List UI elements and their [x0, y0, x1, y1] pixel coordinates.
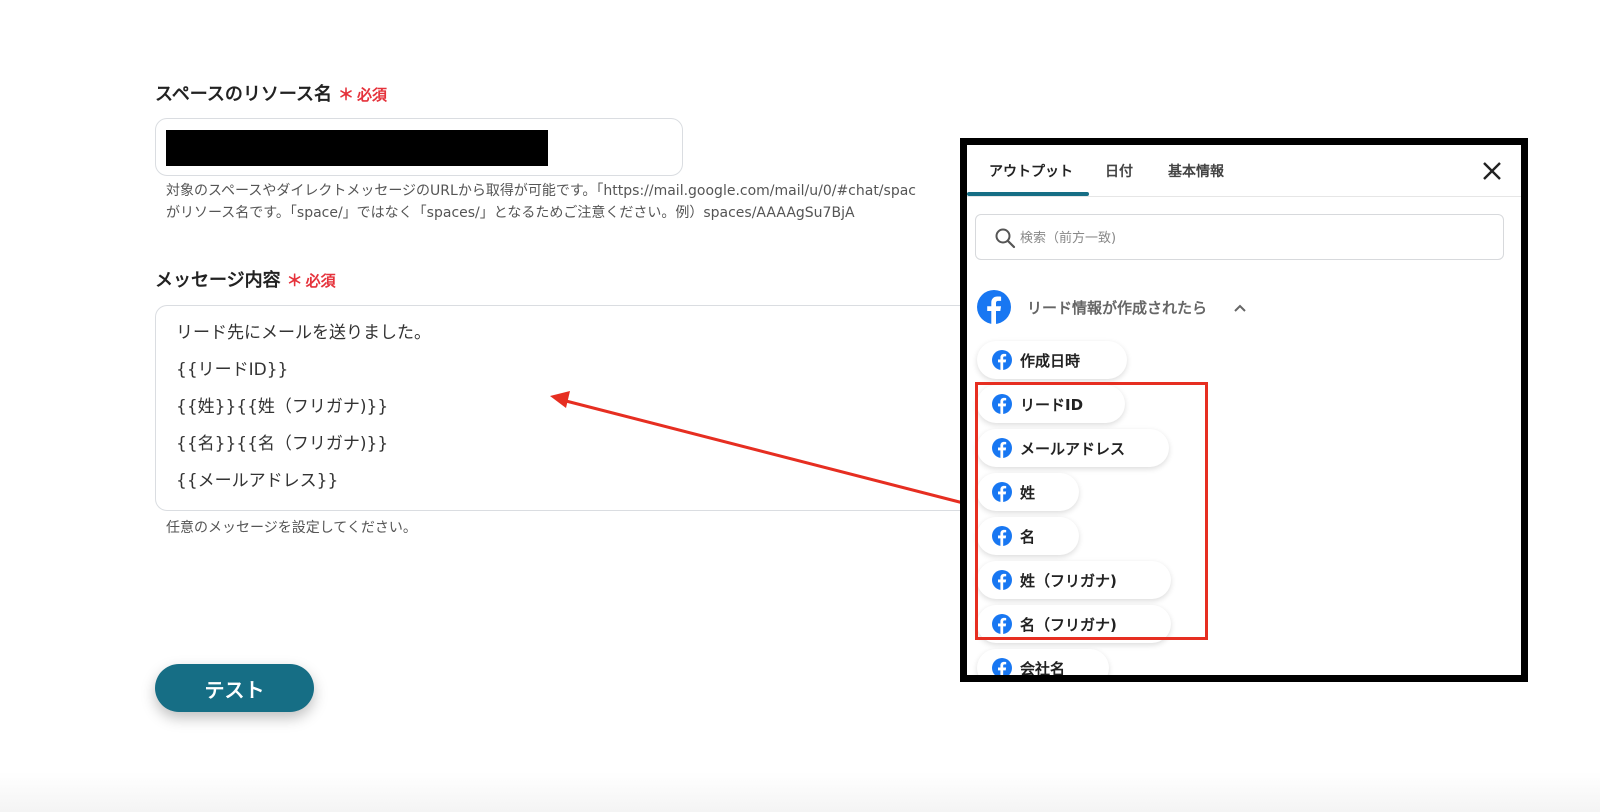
tab-output[interactable]: アウトプット: [989, 161, 1073, 181]
facebook-icon: [992, 350, 1012, 370]
required-badge: ＊必須: [286, 271, 336, 290]
output-picker-panel: アウトプット 日付 基本情報 リード情報が作成されたら 作成日時リードID メール…: [960, 138, 1528, 682]
tab-date[interactable]: 日付: [1105, 161, 1133, 181]
panel-tabs: アウトプット 日付 基本情報: [967, 145, 1521, 197]
chip-label: 作成日時: [1020, 351, 1081, 370]
chip-last-name-kana[interactable]: 姓（フリガナ): [977, 561, 1171, 599]
trigger-group-header[interactable]: リード情報が作成されたら: [977, 290, 1277, 326]
resource-name-input[interactable]: [155, 118, 683, 176]
search-input[interactable]: [1020, 227, 1480, 249]
redacted-value: [166, 130, 548, 166]
chip-company-name[interactable]: 会社名: [977, 649, 1109, 678]
chevron-up-icon[interactable]: [1233, 303, 1247, 313]
message-line: {{姓}}{{姓（フリガナ)}}: [176, 397, 389, 417]
facebook-icon: [992, 394, 1012, 414]
facebook-icon: [992, 482, 1012, 502]
chip-email[interactable]: メールアドレス: [977, 429, 1169, 467]
message-help: 任意のメッセージを設定してください。: [166, 520, 417, 536]
facebook-icon: [992, 570, 1012, 590]
chip-label: 名（フリガナ): [1020, 615, 1117, 634]
group-title: リード情報が作成されたら: [1027, 299, 1208, 317]
message-line: リード先にメールを送りました。: [176, 323, 431, 343]
facebook-icon: [992, 614, 1012, 634]
message-content-label: メッセージ内容＊必須: [155, 270, 336, 291]
facebook-icon: [992, 438, 1012, 458]
message-content-textarea[interactable]: リード先にメールを送りました。 {{リードID}} {{姓}}{{姓（フリガナ)…: [155, 305, 975, 511]
resource-help-line-1: 対象のスペースやダイレクトメッセージのURLから取得が可能です。「https:/…: [166, 183, 916, 199]
message-line: {{名}}{{名（フリガナ)}}: [176, 434, 389, 454]
message-line: {{リードID}}: [176, 360, 289, 380]
close-icon[interactable]: [1480, 159, 1504, 183]
chip-first-name-kana[interactable]: 名（フリガナ): [977, 605, 1171, 643]
chip-label: 姓: [1020, 483, 1036, 502]
resource-name-label: スペースのリソース名＊必須: [155, 84, 387, 105]
chip-label: 名: [1020, 527, 1036, 546]
chip-label: リードID: [1020, 395, 1084, 414]
chip-lead-id[interactable]: リードID: [977, 385, 1125, 423]
chip-created-at[interactable]: 作成日時: [977, 341, 1127, 379]
required-badge: ＊必須: [337, 85, 387, 104]
search-icon: [995, 228, 1016, 249]
chip-label: メールアドレス: [1020, 439, 1126, 458]
chip-first-name[interactable]: 名: [977, 517, 1079, 555]
chip-label: 姓（フリガナ): [1020, 571, 1117, 590]
chip-label: 会社名: [1020, 659, 1066, 678]
page-bottom-fade: [0, 772, 1600, 812]
message-line: {{メールアドレス}}: [176, 471, 339, 491]
tab-basic-info[interactable]: 基本情報: [1168, 161, 1224, 181]
search-box[interactable]: [975, 214, 1504, 260]
chip-last-name[interactable]: 姓: [977, 473, 1079, 511]
resource-help-line-2: がリソース名です。「space/」ではなく「spaces/」となるためご注意くだ…: [166, 205, 855, 221]
facebook-icon: [992, 526, 1012, 546]
active-tab-indicator: [967, 192, 1089, 196]
facebook-icon: [992, 658, 1012, 675]
test-button[interactable]: テスト: [155, 664, 314, 712]
facebook-icon: [977, 290, 1011, 324]
